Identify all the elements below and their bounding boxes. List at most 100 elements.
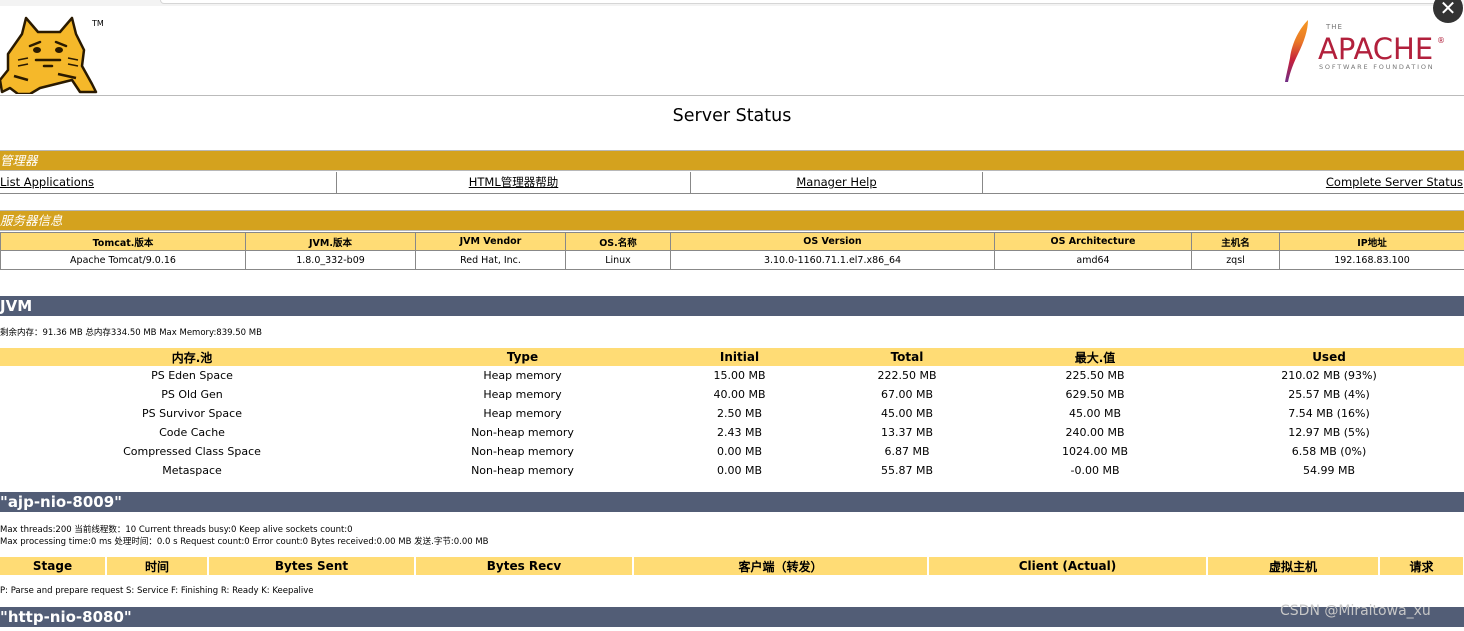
table-cell: 40.00 MB — [713, 388, 766, 401]
table-cell: 6.87 MB — [884, 445, 930, 458]
apache-subtitle: SOFTWARE FOUNDATION — [1319, 63, 1435, 71]
table-cell: Heap memory — [483, 407, 562, 420]
column-header: JVM Vendor — [415, 232, 566, 251]
table-cell: 55.87 MB — [880, 464, 934, 477]
page-title: Server Status — [672, 106, 792, 126]
memory-pool-header-row: 内存.池 Type Initial Total 最大.值 Used — [0, 348, 1464, 366]
jvm-section-title: JVM — [0, 296, 1464, 316]
table-cell: 13.37 MB — [880, 426, 934, 439]
table-row: Metaspace Non-heap memory 0.00 MB 55.87 MB -… — [0, 461, 1464, 480]
watermark: CSDN @Miraitowa_xu — [1280, 603, 1431, 619]
table-cell: -0.00 MB — [1070, 464, 1120, 477]
server-info-table: Tomcat.版本 JVM.版本 JVM Vendor OS.名称 OS Ver… — [0, 232, 1464, 270]
table-cell: 0.00 MB — [716, 445, 763, 458]
column-header: Bytes Recv — [415, 557, 634, 575]
table-cell: 15.00 MB — [713, 369, 766, 382]
column-header: Initial — [661, 348, 818, 366]
table-cell: 12.97 MB (5%) — [1288, 426, 1370, 439]
ajp-request-header-row: Stage 时间 Bytes Sent Bytes Recv 客户端（转发） C… — [0, 557, 1464, 575]
ajp-threads-summary: Max threads:200 当前线程数：10 Current threads… — [0, 525, 353, 535]
apache-feather-icon — [1285, 20, 1308, 82]
table-cell: 225.50 MB — [1065, 369, 1125, 382]
table-cell: 629.50 MB — [1065, 388, 1125, 401]
apache-registered-mark: ® — [1437, 36, 1445, 45]
table-row: Code Cache Non-heap memory 2.43 MB 13.37 MB… — [0, 423, 1464, 442]
address-bar-edge[interactable] — [160, 0, 1450, 4]
table-cell: 45.00 MB — [1068, 407, 1122, 420]
table-cell: 1.8.0_332-b09 — [245, 250, 416, 270]
table-row: PS Survivor Space Heap memory 2.50 MB 45.00… — [0, 404, 1464, 423]
manager-link-cell: List Applications — [0, 172, 337, 194]
column-header: 内存.池 — [0, 348, 384, 366]
table-cell: 0.00 MB — [716, 464, 763, 477]
server-info-header-row: Tomcat.版本 JVM.版本 JVM Vendor OS.名称 OS Ver… — [0, 232, 1464, 251]
table-cell: 7.54 MB (16%) — [1288, 407, 1370, 420]
column-header: IP地址 — [1279, 232, 1464, 251]
column-header: OS Architecture — [994, 232, 1192, 251]
table-cell: PS Eden Space — [151, 369, 233, 382]
table-cell: 6.58 MB (0%) — [1291, 445, 1367, 458]
column-header: Used — [1194, 348, 1464, 366]
table-cell: 2.50 MB — [716, 407, 763, 420]
column-header: Total — [818, 348, 996, 366]
manager-help-link[interactable]: Manager Help — [796, 175, 876, 189]
column-header: 主机名 — [1191, 232, 1280, 251]
table-cell: Apache Tomcat/9.0.16 — [0, 250, 246, 270]
column-header: Type — [384, 348, 661, 366]
manager-section-title: 管理器 — [0, 150, 1464, 171]
server-info-section-title: 服务器信息 — [0, 210, 1464, 231]
table-cell: Linux — [565, 250, 671, 270]
ajp-processing-summary: Max processing time:0 ms 处理时间：0.0 s Requ… — [0, 537, 489, 547]
column-header: Bytes Sent — [208, 557, 416, 575]
table-cell: zqsl — [1191, 250, 1280, 270]
column-header: 最大.值 — [996, 348, 1194, 366]
column-header: Stage — [0, 557, 107, 575]
table-cell: Red Hat, Inc. — [415, 250, 566, 270]
column-header: OS Version — [670, 232, 995, 251]
table-row: Compressed Class Space Non-heap memory 0.0… — [0, 442, 1464, 461]
table-cell: Metaspace — [162, 464, 222, 477]
table-row: PS Old Gen Heap memory 40.00 MB 67.00 MB 629… — [0, 385, 1464, 404]
tomcat-logo-icon[interactable]: TM — [0, 14, 110, 94]
table-cell: 3.10.0-1160.71.1.el7.x86_64 — [670, 250, 995, 270]
table-cell: PS Old Gen — [161, 388, 223, 401]
table-cell: 222.50 MB — [877, 369, 937, 382]
table-cell: 1024.00 MB — [1061, 445, 1129, 458]
table-cell: Heap memory — [483, 388, 562, 401]
jvm-memory-summary: 剩余内存：91.36 MB 总内存334.50 MB Max Memory:83… — [0, 328, 262, 338]
table-cell: 67.00 MB — [880, 388, 934, 401]
table-cell: 240.00 MB — [1065, 426, 1125, 439]
html-manager-help-link[interactable]: HTML管理器帮助 — [469, 175, 559, 189]
manager-links-row: List Applications HTML管理器帮助 Manager Help… — [0, 172, 1464, 194]
list-applications-link[interactable]: List Applications — [0, 175, 94, 189]
complete-server-status-link[interactable]: Complete Server Status — [1326, 175, 1463, 189]
table-cell: 210.02 MB (93%) — [1281, 369, 1377, 382]
column-header: 虚拟主机 — [1207, 557, 1380, 575]
table-cell: Non-heap memory — [471, 464, 574, 477]
column-header: 客户端（转发） — [633, 557, 929, 575]
table-cell: Non-heap memory — [471, 426, 574, 439]
table-cell: 2.43 MB — [716, 426, 763, 439]
column-header: 请求 — [1379, 557, 1464, 575]
apache-logo[interactable]: THE APACHE ® SOFTWARE FOUNDATION — [1282, 18, 1447, 88]
column-header: JVM.版本 — [245, 232, 416, 251]
column-header: Tomcat.版本 — [0, 232, 246, 251]
apache-wordmark: APACHE — [1318, 32, 1434, 66]
ajp-connector-title: "ajp-nio-8009" — [0, 492, 1464, 512]
column-header: OS.名称 — [565, 232, 671, 251]
table-cell: Non-heap memory — [471, 445, 574, 458]
table-cell: PS Survivor Space — [142, 407, 242, 420]
server-info-value-row: Apache Tomcat/9.0.16 1.8.0_332-b09 Red H… — [0, 250, 1464, 270]
table-cell: 54.99 MB — [1302, 464, 1356, 477]
table-cell: Heap memory — [483, 369, 562, 382]
table-row: PS Eden Space Heap memory 15.00 MB 222.50 M… — [0, 366, 1464, 385]
stage-legend: P: Parse and prepare request S: Service … — [0, 586, 314, 596]
table-cell: 192.168.83.100 — [1279, 250, 1464, 270]
manager-link-cell: Manager Help — [691, 172, 983, 194]
ajp-request-table: Stage 时间 Bytes Sent Bytes Recv 客户端（转发） C… — [0, 557, 1464, 575]
column-header: 时间 — [106, 557, 209, 575]
table-cell: amd64 — [994, 250, 1192, 270]
table-cell: Compressed Class Space — [123, 445, 261, 458]
table-cell: 25.57 MB (4%) — [1288, 388, 1370, 401]
page-header: TM THE APACHE ® SOFTWARE FOUNDATION — [0, 6, 1464, 96]
